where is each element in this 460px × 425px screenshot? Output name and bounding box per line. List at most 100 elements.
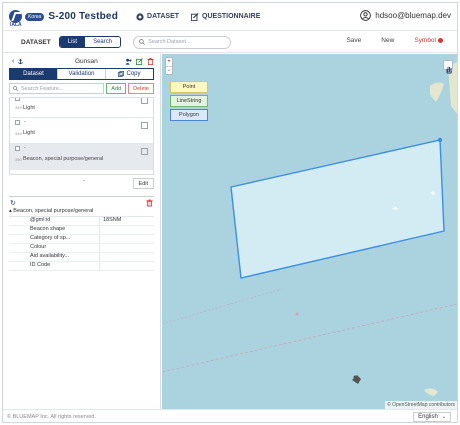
- feature-list-item[interactable]: - 349 Light: [10, 98, 153, 118]
- attribute-value[interactable]: [100, 226, 154, 234]
- language-select[interactable]: English ⌄: [413, 412, 451, 422]
- app-window: IALA Korea S-200 Testbed DATASET QUESTIO…: [2, 2, 458, 423]
- attribute-value[interactable]: [100, 253, 154, 261]
- map-view[interactable]: + − Point LineString Polygon © OpenStree…: [162, 54, 457, 409]
- trash-icon[interactable]: [147, 57, 154, 65]
- new-button[interactable]: New: [381, 37, 394, 44]
- language-value: English: [418, 414, 438, 420]
- questionnaire-icon: [191, 12, 199, 21]
- trash-icon[interactable]: [146, 199, 153, 207]
- table-row[interactable]: Aid availability...: [9, 253, 154, 262]
- logo-org-label: IALA: [10, 22, 22, 28]
- toolbar-actions: Save New Symbol: [326, 37, 443, 44]
- nav-questionnaire[interactable]: QUESTIONNAIRE: [191, 12, 261, 21]
- dataset-search-input[interactable]: Search Dataset...: [133, 35, 232, 49]
- search-icon: [139, 39, 145, 45]
- symbol-button[interactable]: Symbol: [414, 37, 443, 44]
- attribute-key: ID Code: [9, 262, 100, 270]
- delete-feature-button[interactable]: Delete: [128, 83, 154, 94]
- list-view-button[interactable]: List: [59, 37, 86, 47]
- nav-dataset[interactable]: DATASET: [136, 12, 180, 21]
- copy-icon: [118, 71, 125, 77]
- dataset-label: DATASET: [21, 38, 51, 46]
- table-row[interactable]: Category of sp...: [9, 235, 154, 244]
- table-row[interactable]: Colour: [9, 244, 154, 253]
- logo[interactable]: IALA Korea S-200 Testbed: [9, 10, 119, 28]
- nav-dataset-label: DATASET: [147, 13, 180, 20]
- table-row[interactable]: Beacon shape: [9, 226, 154, 235]
- logo-badge: Korea: [25, 12, 45, 21]
- chevron-down-icon: ⌄: [441, 414, 446, 420]
- view-toggle: List Search: [58, 36, 122, 48]
- search-view-button[interactable]: Search: [85, 37, 121, 47]
- draw-polygon-button[interactable]: Polygon: [170, 109, 208, 121]
- table-row[interactable]: @gml:id 18SNM: [9, 217, 154, 226]
- dataset-icon: [136, 12, 144, 21]
- copy-label: Copy: [126, 71, 141, 77]
- feature-checkbox[interactable]: [15, 98, 20, 101]
- symbol-status-icon: [438, 38, 443, 43]
- tab-validation[interactable]: Validation: [57, 69, 105, 79]
- tab-dataset[interactable]: Dataset: [10, 69, 57, 79]
- hand-icon: [446, 66, 452, 73]
- user-avatar-icon: [360, 10, 372, 21]
- top-bar: IALA Korea S-200 Testbed DATASET QUESTIO…: [3, 3, 457, 31]
- maritime-boundary-line: [162, 303, 457, 373]
- land-island-small: [424, 388, 438, 396]
- feature-expand-icon[interactable]: [141, 98, 148, 104]
- map-point-marker: [295, 312, 299, 316]
- dataset-panel: ‹ Gunsan Dataset Validation Copy Search …: [3, 54, 161, 409]
- edit-icon[interactable]: [136, 57, 143, 65]
- feature-checkbox[interactable]: [15, 120, 20, 125]
- drawn-polygon[interactable]: [230, 139, 445, 279]
- undo-icon[interactable]: ↻: [10, 199, 16, 207]
- attribute-value[interactable]: 18SNM: [100, 217, 154, 225]
- feature-type: Light: [23, 105, 35, 111]
- user-menu[interactable]: hdsoo@bluemap.dev: [360, 10, 451, 21]
- attribute-key: Aid availability...: [9, 253, 100, 261]
- land-island-ne: [430, 82, 444, 102]
- attribute-value[interactable]: [100, 235, 154, 243]
- feature-search-input[interactable]: Search Feature...: [9, 83, 105, 94]
- attribute-value[interactable]: [100, 244, 154, 252]
- table-row[interactable]: ID Code: [9, 262, 154, 271]
- feature-search-placeholder: Search Feature...: [21, 85, 64, 92]
- feature-expand-icon[interactable]: [141, 122, 148, 129]
- attribute-table: @gml:id 18SNM Beacon shape Category of sp…: [9, 217, 154, 271]
- user-email: hdsoo@bluemap.dev: [375, 11, 451, 20]
- feature-list-item-selected[interactable]: - 350 Beacon, special purpose/general: [10, 144, 153, 170]
- add-user-icon[interactable]: [125, 58, 132, 65]
- zoom-in-button[interactable]: +: [166, 58, 172, 66]
- panel-header-actions: [125, 57, 154, 65]
- edit-button[interactable]: Edit: [132, 178, 154, 189]
- add-feature-button[interactable]: Add: [106, 83, 127, 94]
- draw-point-button[interactable]: Point: [170, 81, 208, 93]
- draw-linestring-button[interactable]: LineString: [170, 95, 208, 107]
- dataset-toolbar: DATASET List Search Search Dataset... Sa…: [3, 32, 457, 53]
- feature-checkbox[interactable]: [15, 146, 20, 151]
- polygon-vertex-handle[interactable]: [437, 137, 443, 143]
- map-attribution[interactable]: © OpenStreetMap contributors: [385, 401, 457, 409]
- pan-hand-icon[interactable]: [443, 60, 453, 73]
- save-button[interactable]: Save: [346, 37, 361, 44]
- copy-button[interactable]: Copy: [105, 69, 153, 79]
- attribute-header: ↻: [9, 196, 154, 207]
- draw-tools: Point LineString Polygon: [170, 81, 208, 123]
- app-title: S-200 Testbed: [48, 11, 119, 22]
- feature-expand-icon[interactable]: [141, 148, 148, 155]
- feature-number: 349: [15, 105, 22, 110]
- edit-row: - Edit: [9, 178, 154, 191]
- feature-code: -: [24, 97, 26, 101]
- feature-code: -: [24, 119, 26, 125]
- maritime-boundary-line: [162, 288, 283, 325]
- feature-search-row: Search Feature... Add Delete: [9, 83, 154, 94]
- feature-list-item[interactable]: - 349 Light: [10, 118, 153, 144]
- zoom-out-button[interactable]: −: [166, 66, 172, 74]
- attribute-value[interactable]: [100, 262, 154, 270]
- nav-questionnaire-label: QUESTIONNAIRE: [202, 13, 261, 20]
- panel-header: ‹ Gunsan: [3, 54, 160, 68]
- feature-list: - 349 Light - 349 Light - 350 Beacon, sp…: [9, 97, 154, 175]
- back-icon[interactable]: ‹: [12, 58, 14, 65]
- copyright-text: © BLUEMAP Inc. All rights reserved.: [7, 414, 96, 420]
- feature-type: Beacon, special purpose/general: [23, 156, 104, 162]
